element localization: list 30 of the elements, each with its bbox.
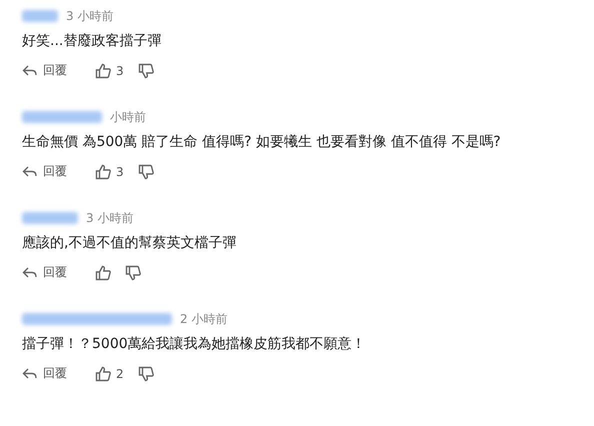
thumbs-down-icon: [138, 164, 154, 180]
comment-text: 擋子彈！？5000萬給我讓我為她擋橡皮筋我都不願意！: [22, 335, 367, 353]
thumbs-up-icon: [95, 62, 111, 78]
comment-time: 3 小時前: [86, 210, 134, 226]
dislike-button[interactable]: [138, 366, 154, 382]
comment-text: 好笑...替廢政客擋子彈: [22, 32, 162, 50]
reply-button[interactable]: 回覆: [22, 163, 67, 180]
reply-button[interactable]: 回覆: [22, 62, 67, 79]
reply-button[interactable]: 回覆: [22, 264, 67, 281]
thumbs-down-icon: [138, 62, 154, 78]
thumbs-down-icon: [125, 264, 141, 280]
like-button[interactable]: 3: [95, 62, 124, 78]
dislike-button[interactable]: [138, 62, 154, 78]
comment-time: 小時前: [110, 108, 146, 126]
blurred-username: [22, 212, 78, 224]
thumbs-down-icon: [138, 366, 154, 382]
like-button[interactable]: 3: [95, 164, 124, 180]
thumbs-up-icon: [95, 164, 111, 180]
reply-button[interactable]: 回覆: [22, 365, 67, 382]
dislike-button[interactable]: [125, 264, 141, 280]
like-button[interactable]: [95, 264, 111, 280]
comment-time: 2 小時前: [180, 310, 228, 328]
comment-time: 3 小時前: [66, 8, 114, 24]
comment-text: 應該的,不過不值的幫蔡英文檔子彈: [22, 234, 238, 252]
dislike-button[interactable]: [138, 164, 154, 180]
blurred-username: [22, 10, 58, 22]
thumbs-up-icon: [95, 264, 111, 280]
like-button[interactable]: 2: [95, 366, 124, 382]
thumbs-up-icon: [95, 366, 111, 382]
comment-text: 生命無價 為500萬 賠了生命 值得嗎? 如要犧生 也要看對像 值不值得 不是嗎?: [22, 133, 502, 151]
